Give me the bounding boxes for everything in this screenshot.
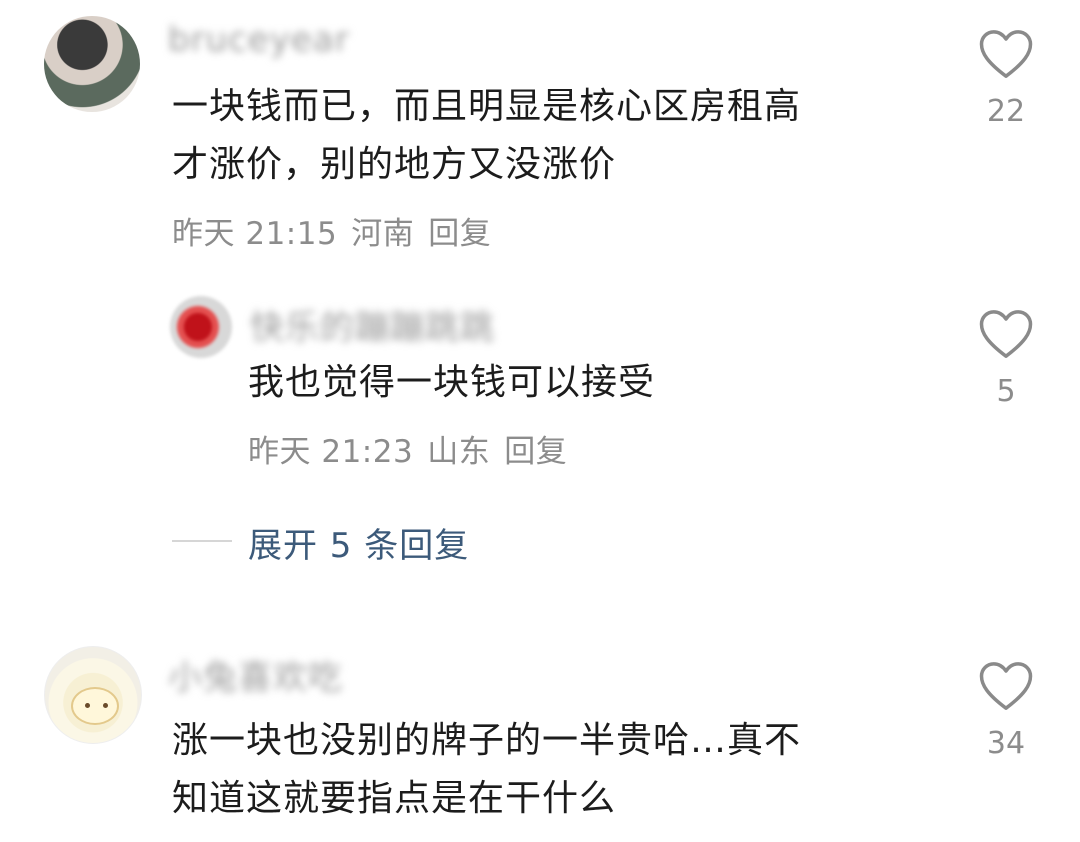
- comment-text: 我也觉得一块钱可以接受: [248, 354, 655, 412]
- heart-outline-icon: [979, 662, 1033, 710]
- timestamp: 昨天 21:23: [248, 434, 414, 470]
- username[interactable]: bruceyear: [168, 20, 350, 60]
- comment-meta: 昨天 21:15 河南 回复: [172, 208, 505, 253]
- avatar[interactable]: [170, 296, 232, 358]
- avatar[interactable]: [44, 16, 140, 112]
- timestamp: 昨天 21:15: [172, 216, 338, 252]
- avatar-eye: [103, 703, 108, 708]
- reply-button[interactable]: 回复: [504, 434, 567, 470]
- comment-text: 一块钱而已，而且明显是核心区房租高 才涨价，别的地方又没涨价: [172, 78, 801, 194]
- divider: [172, 540, 232, 542]
- like-count: 34: [986, 726, 1026, 761]
- location: 河南: [351, 216, 415, 252]
- heart-outline-icon: [979, 310, 1033, 358]
- like-count: 5: [996, 374, 1016, 409]
- comment-meta: 昨天 21:23 山东 回复: [248, 426, 581, 471]
- comment-text-line: 我也觉得一块钱可以接受: [248, 362, 656, 403]
- like-button[interactable]: 5: [976, 308, 1036, 409]
- username[interactable]: 快乐的蹦蹦跳跳: [250, 300, 495, 349]
- reply-button[interactable]: 回复: [428, 216, 491, 252]
- like-count: 22: [986, 94, 1026, 129]
- comment-text-line: 知道这就要指点是在干什么: [172, 778, 617, 819]
- like-button[interactable]: 22: [976, 28, 1036, 129]
- comment-text-line: 涨一块也没别的牌子的一半贵哈…真不: [172, 720, 802, 761]
- comment-text-line: 一块钱而已，而且明显是核心区房租高: [172, 86, 802, 127]
- expand-replies-button[interactable]: 展开 5 条回复: [248, 518, 469, 567]
- comment-text-line: 才涨价，别的地方又没涨价: [172, 144, 617, 185]
- username[interactable]: 小兔喜欢吃: [168, 650, 343, 699]
- location: 山东: [427, 434, 491, 470]
- avatar-eye: [85, 703, 90, 708]
- comment-text: 涨一块也没别的牌子的一半贵哈…真不 知道这就要指点是在干什么: [172, 712, 801, 828]
- heart-outline-icon: [979, 30, 1033, 78]
- like-button[interactable]: 34: [976, 660, 1036, 761]
- avatar-illustration: [71, 687, 119, 725]
- avatar[interactable]: [44, 646, 142, 744]
